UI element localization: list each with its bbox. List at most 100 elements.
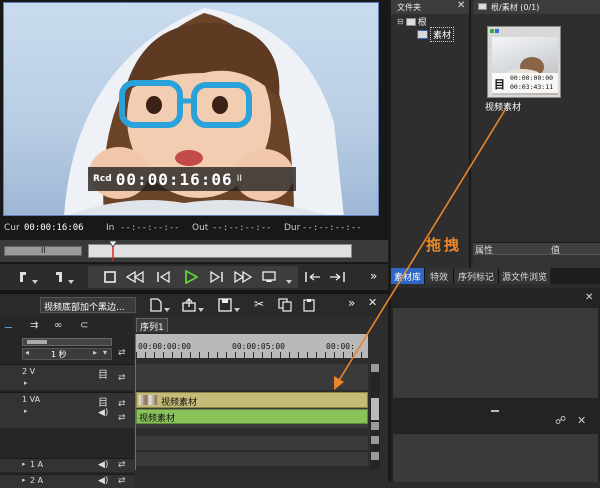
shuttle-flag: II xyxy=(41,246,46,255)
track-tool-icon-4[interactable]: ⊂ xyxy=(80,320,88,331)
track-1va-sync-icon[interactable]: ⇄ xyxy=(118,399,126,409)
scrub-playhead[interactable] xyxy=(108,241,117,261)
track-1va-expand-icon[interactable]: ▸ xyxy=(24,407,28,415)
tree-expand-icon[interactable]: ⊟ xyxy=(397,17,404,26)
play-button[interactable] xyxy=(184,270,198,284)
folder-panel-title: 文件夹 xyxy=(397,3,421,12)
bin-panel-header: 根/素材 (0/1) xyxy=(473,0,600,14)
track-2a-name: 2 A xyxy=(30,476,44,485)
scroll-down-icon[interactable] xyxy=(371,422,379,430)
folder-panel-header: 文件夹 ✕ xyxy=(391,0,469,14)
track-1a-expand-icon[interactable]: ▸ xyxy=(22,460,26,468)
track-tool-icon-2[interactable]: ⇉ xyxy=(30,320,38,331)
track-2v-video-icon[interactable]: 目 xyxy=(98,366,108,381)
track-lane-2a[interactable] xyxy=(136,452,368,466)
bin-clip-thumbnail[interactable]: 目 00:00:00:00 00:03:43:11 xyxy=(487,26,561,98)
fast-forward-icon xyxy=(234,271,252,283)
rewind-button[interactable] xyxy=(126,271,144,283)
track-tool-icon-1[interactable]: ⚊ xyxy=(4,320,13,331)
track-header-2a[interactable]: ▸ 2 A ◀) ⇄ xyxy=(0,474,134,488)
tree-child-label: 素材 xyxy=(430,27,455,42)
zoom-slider[interactable] xyxy=(22,338,112,346)
scale-sync-icon[interactable]: ⇄ xyxy=(118,348,126,358)
track-header-2v[interactable]: 2 V 目 ▸ ⇄ xyxy=(0,364,134,390)
mark-out-dropdown-icon[interactable] xyxy=(68,280,74,284)
mark-out-button[interactable] xyxy=(52,270,66,284)
out-label: Out xyxy=(192,223,209,233)
clip-status-icon xyxy=(490,29,494,33)
scale-right-arrow-icon[interactable]: ▸ xyxy=(93,348,97,357)
mark-in-icon xyxy=(20,272,26,282)
scroll-thumb-3[interactable] xyxy=(371,452,379,460)
clip-tc-in: 00:00:00:00 xyxy=(510,74,554,82)
scissors-icon: ✂ xyxy=(254,297,265,311)
timeline-scrubber[interactable] xyxy=(88,241,352,261)
track-lane-1a[interactable] xyxy=(136,436,368,450)
save-dropdown-icon[interactable] xyxy=(234,308,240,312)
paste-button[interactable] xyxy=(302,298,316,312)
clip-type-icon: 目 xyxy=(494,78,505,91)
mark-in-dropdown-icon[interactable] xyxy=(32,280,38,284)
sequence-name: 视频底部加个黑边... xyxy=(44,303,125,313)
play-icon xyxy=(185,270,198,284)
fast-forward-button[interactable] xyxy=(234,271,252,283)
stop-button[interactable] xyxy=(104,271,116,283)
step-back-button[interactable] xyxy=(156,271,170,283)
scale-dropdown-icon[interactable]: ▾ xyxy=(103,348,107,357)
paste-icon xyxy=(303,299,315,312)
track-2v-sync-icon[interactable]: ⇄ xyxy=(118,373,126,383)
export-button[interactable] xyxy=(182,298,196,312)
bin-panel-title: 根/素材 (0/1) xyxy=(491,3,540,12)
mark-in-button[interactable] xyxy=(16,270,30,284)
track-2a-audio-icon[interactable]: ◀) xyxy=(98,476,108,486)
step-forward-button[interactable] xyxy=(210,271,224,283)
clip-timecode-box: 目 00:00:00:00 00:03:43:11 xyxy=(492,73,558,93)
dur-label: Dur xyxy=(284,223,301,233)
pane-link-icon[interactable]: ☍ xyxy=(555,414,566,427)
pane-splitter[interactable] xyxy=(491,410,499,412)
rcd-label: Rcd xyxy=(93,174,112,184)
timeline-playhead[interactable] xyxy=(135,334,136,470)
shuttle-slider[interactable]: II xyxy=(4,246,82,256)
scroll-thumb[interactable] xyxy=(371,398,379,420)
timeline-clip-audio-label: 视频素材 xyxy=(139,414,176,424)
new-sequence-button[interactable] xyxy=(150,298,162,312)
track-header-1a[interactable]: ▸ 1 A ◀) ⇄ xyxy=(0,458,134,472)
cur-value: 00:00:16:06 xyxy=(24,223,84,233)
track-1a-audio-icon[interactable]: ◀) xyxy=(98,460,108,470)
track-1a-name: 1 A xyxy=(30,460,44,469)
out-value: --:--:--:-- xyxy=(212,223,272,233)
right-lower-close-icon[interactable]: ✕ xyxy=(585,292,593,303)
track-tool-icon-3[interactable]: ∞ xyxy=(54,320,62,331)
track-2v-expand-icon[interactable]: ▸ xyxy=(24,379,28,387)
save-button[interactable] xyxy=(218,298,232,312)
scale-selector[interactable]: ◂ 1 秒 ▸ ▾ xyxy=(22,348,112,360)
in-label: In xyxy=(106,223,115,233)
new-sequence-dropdown-icon[interactable] xyxy=(164,308,170,312)
loop-dropdown-icon[interactable] xyxy=(286,280,292,284)
copy-button[interactable] xyxy=(278,298,292,312)
export-dropdown-icon[interactable] xyxy=(198,308,204,312)
track-header-1va[interactable]: 1 VA 目 ▸ ◀) ⇄ ⇄ xyxy=(0,392,134,428)
loop-button[interactable] xyxy=(262,271,276,283)
track-1a-sync-icon[interactable]: ⇄ xyxy=(118,460,126,470)
pane-close-icon[interactable]: ✕ xyxy=(577,414,586,427)
scale-left-arrow-icon[interactable]: ◂ xyxy=(25,348,29,357)
sequence-tab[interactable]: 序列1 xyxy=(136,318,168,333)
rcd-timecode-overlay: Rcd 00:00:16:06 II xyxy=(88,167,296,191)
scroll-thumb-2[interactable] xyxy=(371,436,379,444)
folder-panel-close-icon[interactable]: ✕ xyxy=(457,0,465,11)
rcd-flag: II xyxy=(236,174,242,184)
track-tools-row: ⚊ ⇉ ∞ ⊂ xyxy=(0,320,134,334)
sequence-name-box: 视频底部加个黑边... xyxy=(40,297,136,313)
track-2a-expand-icon[interactable]: ▸ xyxy=(22,476,26,484)
timeline-clip-audio[interactable]: 视频素材 xyxy=(136,409,368,424)
tree-child-folder[interactable]: 素材 xyxy=(417,27,455,42)
cut-button[interactable]: ✂ xyxy=(254,297,264,311)
track-1va-sync-icon-2[interactable]: ⇄ xyxy=(118,413,126,423)
track-1va-audio-icon[interactable]: ◀) xyxy=(98,408,108,418)
track-1va-video-icon[interactable]: 目 xyxy=(98,394,108,409)
drag-arrow xyxy=(334,109,506,390)
cur-label: Cur xyxy=(4,223,20,233)
track-2a-sync-icon[interactable]: ⇄ xyxy=(118,476,126,486)
